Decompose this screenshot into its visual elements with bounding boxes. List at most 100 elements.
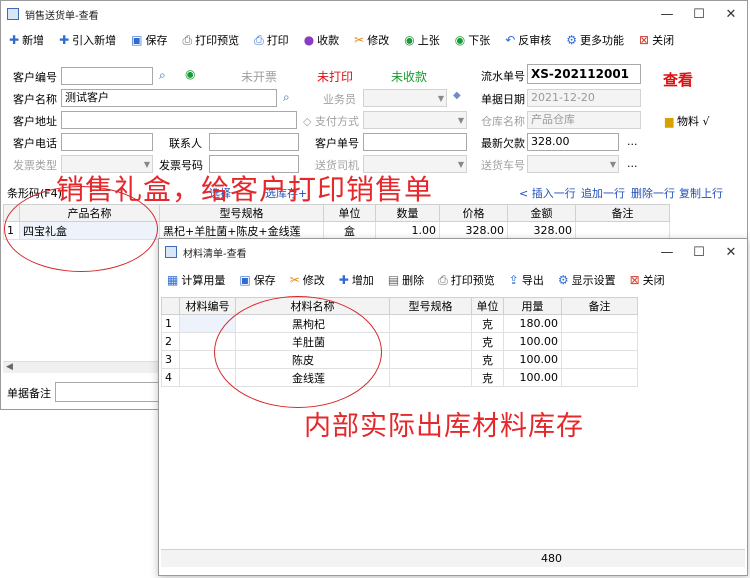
close-window-button[interactable]: ✕ <box>715 7 747 22</box>
column-header[interactable]: 型号规格 <box>389 297 472 315</box>
unit-cell[interactable]: 克 <box>471 350 504 369</box>
refresh-icon[interactable]: ◉ <box>185 67 195 81</box>
column-header[interactable]: 价格 <box>439 204 508 222</box>
qty-cell[interactable]: 100.00 <box>503 332 562 351</box>
maximize-button[interactable]: ☐ <box>683 245 715 260</box>
close-button[interactable]: ⊠ 关闭 <box>639 32 674 48</box>
calculate-usage-button[interactable]: ▦ 计算用量 <box>167 272 225 288</box>
address-label: 客户地址 <box>13 115 57 128</box>
unit-cell[interactable]: 克 <box>471 368 504 387</box>
car-more-button[interactable]: ... <box>627 157 638 170</box>
remark-field[interactable] <box>55 382 161 402</box>
note-cell[interactable] <box>561 350 638 369</box>
latest-debt-field[interactable]: 328.00 <box>527 133 619 151</box>
column-header[interactable]: 材料编号 <box>179 297 236 315</box>
insert-row-link[interactable]: < 插入一行 <box>519 185 576 201</box>
horizontal-scrollbar[interactable]: ◀ <box>3 361 163 373</box>
unapprove-button[interactable]: ↶ 反审核 <box>505 32 551 48</box>
main-titlebar: 销售送货单-查看 — ☐ ✕ <box>1 1 747 27</box>
customer-name-field[interactable]: 测试客户 <box>61 89 277 107</box>
delete-button[interactable]: ▤ 删除 <box>388 272 424 288</box>
note-cell[interactable] <box>561 332 638 351</box>
column-header[interactable]: 单位 <box>471 297 504 315</box>
gear-icon: ⚙ <box>566 33 578 47</box>
app-icon <box>7 8 19 20</box>
eraser-icon[interactable]: ◆ <box>453 90 461 101</box>
debt-more-button[interactable]: ... <box>627 135 638 148</box>
phone-field[interactable] <box>61 133 153 151</box>
row-number: 4 <box>161 368 180 387</box>
maximize-button[interactable]: ☐ <box>683 7 715 22</box>
search-icon[interactable]: ⌕ <box>159 68 166 83</box>
import-new-button[interactable]: ✚ 引入新增 <box>59 32 116 48</box>
note-cell[interactable] <box>561 368 638 387</box>
column-header[interactable]: 金额 <box>507 204 576 222</box>
spec-cell[interactable] <box>389 332 472 351</box>
customer-no-field[interactable] <box>61 67 153 85</box>
edit-button[interactable]: ✂ 修改 <box>354 32 389 48</box>
print-preview-button[interactable]: ⎙ 打印预览 <box>182 32 239 48</box>
warehouse-select[interactable]: 产品仓库 <box>527 111 641 129</box>
print-preview-button[interactable]: ⎙ 打印预览 <box>438 272 495 288</box>
material-toggle[interactable]: ▆ 物料 √ <box>665 113 709 129</box>
grid-header: 材料编号 材料名称 型号规格 单位 用量 备注 <box>161 297 638 315</box>
salesman-select[interactable]: ▼ <box>363 89 447 107</box>
close-icon: ⊠ <box>629 273 640 287</box>
export-button[interactable]: ⇪ 导出 <box>509 272 544 288</box>
chevron-down-icon: ▼ <box>457 116 464 125</box>
new-button[interactable]: ✚ 新增 <box>9 32 44 48</box>
column-header[interactable]: 备注 <box>575 204 670 222</box>
print-button[interactable]: ⎙ 打印 <box>254 32 289 48</box>
unit-cell[interactable]: 盒 <box>323 221 376 240</box>
save-button[interactable]: ▣ 保存 <box>131 32 167 48</box>
note-cell[interactable] <box>561 314 638 333</box>
qty-cell[interactable]: 180.00 <box>503 314 562 333</box>
add-button[interactable]: ✚ 增加 <box>339 272 374 288</box>
collect-payment-button[interactable]: ● 收款 <box>304 32 339 48</box>
close-window-button[interactable]: ✕ <box>715 245 747 260</box>
append-row-link[interactable]: 追加一行 <box>581 185 625 201</box>
date-field[interactable]: 2021-12-20 <box>527 89 641 107</box>
delete-row-link[interactable]: 删除一行 <box>631 185 675 201</box>
price-cell[interactable]: 328.00 <box>439 221 508 240</box>
scroll-left-icon[interactable]: ◀ <box>6 362 13 372</box>
spec-cell[interactable] <box>389 314 472 333</box>
qty-cell[interactable]: 100.00 <box>503 368 562 387</box>
note-cell[interactable] <box>575 221 670 240</box>
customer-order-field[interactable] <box>363 133 467 151</box>
display-settings-button[interactable]: ⚙ 显示设置 <box>558 272 616 288</box>
row-number: 3 <box>161 350 180 369</box>
contact-field[interactable] <box>209 133 299 151</box>
chevron-down-icon: ▼ <box>457 160 464 169</box>
qty-cell[interactable]: 100.00 <box>503 350 562 369</box>
plus-icon: ✚ <box>9 33 20 47</box>
amount-cell[interactable]: 328.00 <box>507 221 576 240</box>
address-field[interactable] <box>61 111 297 129</box>
spec-cell[interactable]: 黑杞+羊肚菌+陈皮+金线莲 <box>159 221 324 240</box>
payment-method-select[interactable]: ▼ <box>363 111 467 129</box>
qty-cell[interactable]: 1.00 <box>375 221 440 240</box>
car-no-select[interactable]: ▼ <box>527 155 619 173</box>
spec-cell[interactable] <box>389 368 472 387</box>
copy-up-link[interactable]: 复制上行 <box>679 185 723 201</box>
previous-button[interactable]: ◉ 上张 <box>404 32 439 48</box>
column-header[interactable]: 备注 <box>561 297 638 315</box>
minimize-button[interactable]: — <box>651 245 683 260</box>
customer-search-icon[interactable]: ⌕ <box>283 90 290 105</box>
spec-cell[interactable] <box>389 350 472 369</box>
materials-window-title: 材料清单-查看 <box>183 248 247 260</box>
minimize-button[interactable]: — <box>651 7 683 22</box>
unit-cell[interactable]: 克 <box>471 332 504 351</box>
plus-icon: ✚ <box>338 273 349 287</box>
save-button[interactable]: ▣ 保存 <box>239 272 275 288</box>
next-button[interactable]: ◉ 下张 <box>455 32 490 48</box>
more-functions-button[interactable]: ⚙ 更多功能 <box>566 32 624 48</box>
close-button[interactable]: ⊠ 关闭 <box>630 272 665 288</box>
edit-button[interactable]: ✂ 修改 <box>290 272 325 288</box>
unit-cell[interactable]: 克 <box>471 314 504 333</box>
print-preview-icon: ⎙ <box>438 273 448 287</box>
main-window-title: 销售送货单-查看 <box>25 10 99 22</box>
column-header[interactable]: 用量 <box>503 297 562 315</box>
serial-no-field[interactable]: XS-202112001 <box>527 64 641 84</box>
warehouse-label: 仓库名称 <box>481 115 525 128</box>
